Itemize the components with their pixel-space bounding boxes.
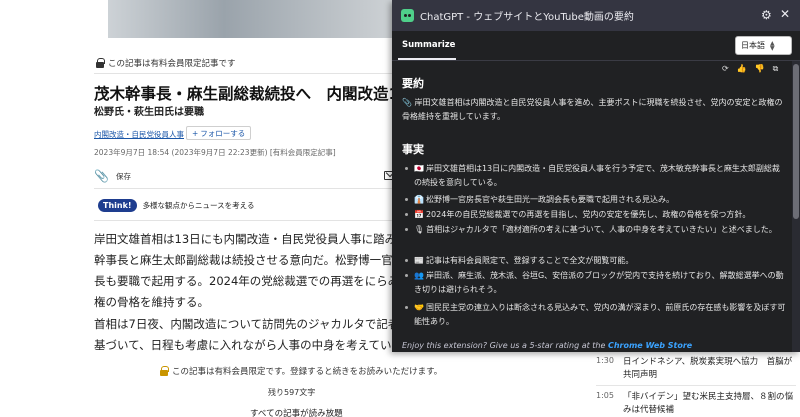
chatgpt-summary-panel: ChatGPT - ウェブサイトとYouTube動画の要約 ⚙ ✕ Summar…: [392, 0, 800, 352]
regenerate-icon[interactable]: ⟳: [722, 64, 729, 74]
list-item: 🤝 国民民主党の連立入りは断念される見込みで、党内の溝が深まり、前原氏の存在感も影…: [405, 301, 786, 329]
gear-icon[interactable]: ⚙: [761, 8, 772, 22]
rating-prompt: Enjoy this extension? Give us a 5-star r…: [402, 341, 693, 350]
panel-title: ChatGPT - ウェブサイトとYouTube動画の要約: [420, 12, 634, 23]
newspaper-icon: 📰: [414, 256, 424, 265]
divider: [596, 385, 796, 386]
lock-icon: [160, 366, 169, 376]
people-icon: 👥: [414, 271, 424, 280]
paywall-note: この記事は有料会員限定です。登録すると続きをお読みいただけます。: [160, 365, 442, 377]
topic-link[interactable]: 内閣改造・自民党役員人事: [94, 129, 184, 140]
necktie-icon: 👔: [414, 195, 424, 204]
list-item: 🇯🇵 岸田文雄首相は13日に内閣改造・自民党役員人事を行う予定で、茂木敏充幹事長と…: [405, 162, 786, 190]
article-title: 茂木幹事長・麻生副総裁続投へ 内閣改造13: [94, 85, 394, 103]
microphone-icon: 🎙: [414, 225, 425, 234]
bullet: [405, 228, 408, 231]
list-item: 📰 記事は有料会員限定で、登録することで全文が閲覧可能。: [405, 254, 786, 268]
members-only-note: この記事は有料会員限定記事です: [96, 57, 236, 69]
flag-icon: 🇯🇵: [414, 164, 424, 173]
news-time: 1:30: [596, 356, 614, 365]
article-paragraph: 岸田文雄首相は13日にも内閣改造・自民党役員人事に踏み切る。 幹事長と麻生太郎副…: [94, 232, 400, 309]
divider: [94, 73, 400, 74]
response-actions: ⟳ 👍 👎 ⧉: [722, 64, 778, 74]
copy-icon[interactable]: ⧉: [773, 64, 779, 74]
bullet: [405, 198, 408, 201]
paperclip-icon: 📎: [94, 169, 109, 183]
list-item: 🎙 首相はジャカルタで「適材適所の考えに基づいて、人事の中身を考えていきたい」と述…: [405, 223, 786, 237]
bullet: [405, 213, 408, 216]
remaining-chars: 残り597文字: [268, 388, 316, 397]
chevron-updown-icon: ▲ ▼: [770, 39, 775, 52]
language-select[interactable]: 日本語 ▲ ▼: [735, 36, 792, 55]
bullet: [405, 274, 408, 277]
think-badge: Think!: [98, 199, 137, 212]
chrome-web-store-link[interactable]: Chrome Web Store: [608, 341, 692, 350]
summary-text: 📎 岸田文雄首相は内閣改造と自民党役員人事を進め、主要ポストに現職を続投させ、党…: [402, 98, 783, 121]
plus-icon: +: [192, 128, 199, 138]
article-subtitle: 松野氏・萩生田氏は要職: [94, 107, 204, 118]
news-time: 1:05: [596, 391, 614, 400]
article-hero-image: [108, 0, 398, 38]
article-paragraph: 首相は7日夜、内閣改造について訪問先のジャカルタで記者団に 基づいて、日程も考慮…: [94, 317, 400, 352]
list-item: 👔 松野博一官房長官や萩生田光一政調会長も要職で起用される見込み。: [405, 193, 786, 207]
news-headline[interactable]: 「非バイデン」望む米民主支持層、８割の悩みは代替候補: [623, 391, 795, 417]
think-banner[interactable]: Think! 多様な観点からニュースを考える: [98, 199, 254, 212]
bullet: [405, 167, 408, 170]
thumbs-down-icon[interactable]: 👎: [755, 64, 765, 74]
article-date: 2023年9月7日 18:54 (2023年9月7日 22:23更新) [有料会…: [94, 148, 336, 157]
scrollbar-thumb[interactable]: [793, 64, 799, 219]
calendar-icon: 📅: [414, 210, 424, 219]
bullet: [405, 259, 408, 262]
save-button[interactable]: 📎 保存: [94, 169, 131, 183]
read-all-banner[interactable]: すべての記事が読み放題: [250, 407, 343, 417]
panel-header: ChatGPT - ウェブサイトとYouTube動画の要約: [392, 0, 800, 31]
active-tab-indicator: [398, 58, 456, 60]
list-item: 👥 岸田派、麻生派、茂木派、谷垣G、安倍派のブロックが党内で支持を続けており、解散…: [405, 269, 786, 297]
handshake-icon: 🤝: [414, 303, 424, 312]
facts-heading: 事実: [402, 143, 424, 156]
follow-button[interactable]: + フォローする: [186, 126, 252, 140]
summary-heading: 要約: [402, 77, 424, 90]
thumbs-up-icon[interactable]: 👍: [737, 64, 747, 74]
extension-logo-icon: [401, 9, 414, 22]
list-item: 📅 2024年の自民党総裁選での再選を目指し、党内の安定を優先し、政権の骨格を保つ…: [405, 208, 786, 222]
bullet: [405, 306, 408, 309]
news-headline[interactable]: 日インドネシア、脱炭素実現へ協力 首脳が共同声明: [623, 356, 795, 382]
divider: [94, 188, 400, 189]
divider: [94, 220, 400, 221]
summary-content: ⟳ 👍 👎 ⧉ 要約 📎 岸田文雄首相は内閣改造と自民党役員人事を進め、主要ポス…: [392, 61, 792, 352]
close-icon[interactable]: ✕: [780, 7, 790, 21]
tab-summarize[interactable]: Summarize: [402, 40, 455, 50]
lock-icon: [96, 58, 105, 68]
